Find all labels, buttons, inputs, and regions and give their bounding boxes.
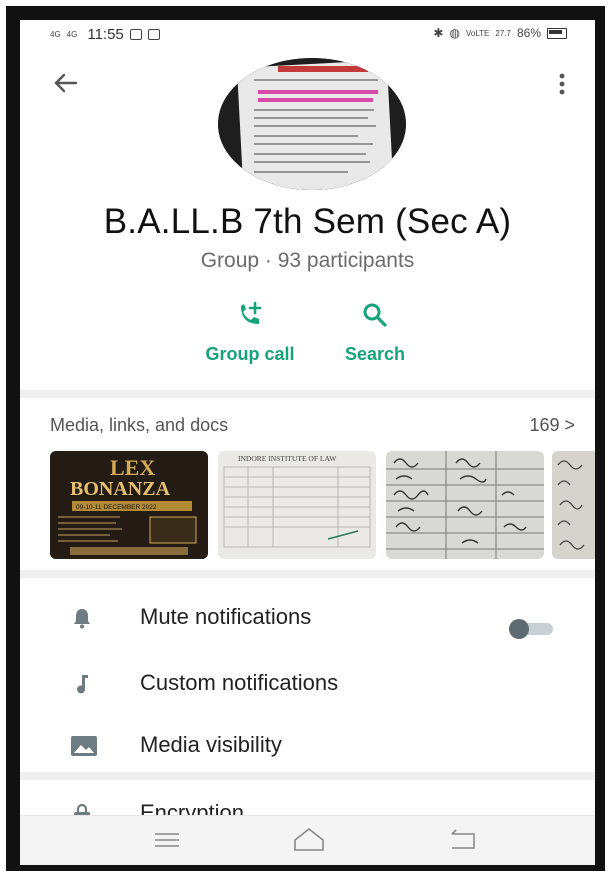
group-call-button[interactable]: Group call [190, 300, 310, 365]
media-visibility-row[interactable]: Media visibility [20, 714, 595, 774]
add-call-icon [241, 301, 262, 324]
section-divider [20, 390, 595, 398]
back-arrow-icon[interactable] [50, 68, 80, 98]
mute-toggle[interactable] [505, 618, 557, 640]
system-navigation-bar [20, 815, 595, 865]
network-indicator-1: 4G [50, 29, 61, 39]
phone-screen: 4G 4G 11:55 ✱ ◍ VoLTE 27.7 86% B.A.LL.B … [20, 20, 595, 865]
status-time: 11:55 [87, 26, 124, 43]
music-note-icon [77, 675, 88, 694]
lock-icon [74, 803, 90, 815]
encryption-row[interactable]: Encryption [20, 788, 595, 815]
image-icon [71, 736, 97, 756]
section-divider-2 [20, 570, 595, 578]
custom-notifications-row[interactable]: Custom notifications [20, 652, 595, 712]
status-bar: 4G 4G 11:55 ✱ ◍ VoLTE 27.7 86% [20, 20, 595, 50]
media-thumbnail-handwritten-2[interactable] [552, 451, 595, 559]
group-call-label: Group call [205, 344, 295, 364]
search-label: Search [344, 344, 406, 364]
document-heading-text: INDORE INSTITUTE OF LAW [238, 454, 337, 463]
media-count[interactable]: 169 > [529, 415, 575, 436]
media-thumbnail-poster[interactable]: LEX BONANZA 09-10-11 DECEMBER 2022 [50, 451, 208, 559]
media-thumbnail-handwritten[interactable] [386, 451, 544, 559]
poster-bonanza-text: BONANZA [70, 478, 171, 500]
media-thumbnail-document[interactable]: INDORE INSTITUTE OF LAW [218, 451, 376, 559]
network-speed: 27.7 [495, 28, 511, 38]
group-participants[interactable]: Group · 93 participants [20, 249, 595, 273]
media-header[interactable]: Media, links, and docs [50, 415, 228, 436]
vibrate-icon: ◍ [449, 26, 460, 40]
menu-icon[interactable] [153, 830, 181, 850]
mute-notifications-label: Mute notifications [140, 604, 312, 629]
facebook-notification-icon [129, 29, 142, 40]
message-notification-icon [147, 29, 160, 40]
group-name: B.A.LL.B 7th Sem (Sec A) [103, 202, 512, 241]
media-visibility-label: Media visibility [140, 732, 282, 757]
poster-lex-text: LEX [110, 455, 155, 480]
search-button[interactable]: Search [330, 300, 420, 365]
custom-notifications-label: Custom notifications [140, 670, 339, 695]
group-avatar[interactable] [218, 58, 406, 190]
bluetooth-icon: ✱ [433, 26, 444, 40]
home-icon[interactable] [292, 826, 326, 854]
poster-date-text: 09-10-11 DECEMBER 2022 [76, 504, 157, 511]
battery-icon [547, 27, 567, 39]
bell-icon [74, 609, 90, 629]
encryption-label: Encryption [140, 800, 244, 815]
network-indicator-2: 4G [66, 29, 78, 39]
volte-label: VoLTE [465, 28, 490, 38]
back-nav-icon[interactable] [448, 828, 478, 852]
section-divider-3 [20, 772, 595, 780]
search-icon [363, 303, 387, 327]
more-options-icon[interactable] [550, 70, 574, 100]
battery-percent: 86% [516, 26, 541, 40]
